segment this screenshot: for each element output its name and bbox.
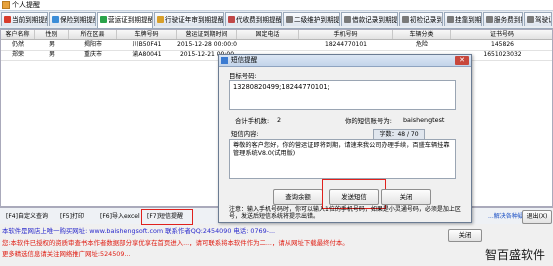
phones-input[interactable]: 13280820499;18244770101; bbox=[229, 80, 456, 110]
tab-bar: 当前到期提醒 保险到期提醒 营运证到期提醒 行驶证年审到期提醒 代收费到期提醒 … bbox=[0, 11, 553, 29]
column-header[interactable]: 固定电话 bbox=[237, 30, 299, 39]
tab-loan-record[interactable]: 借款记录到期提醒 bbox=[341, 12, 398, 26]
tab-collection-fee[interactable]: 代收费到期提醒 bbox=[225, 12, 282, 26]
highlight-box bbox=[322, 179, 386, 209]
notice-promo: 更多精选信息请关注网络推广网址:524509... bbox=[2, 250, 131, 258]
tab-operating-cert-expiry[interactable]: 营运证到期提醒 bbox=[97, 12, 153, 28]
license-icon bbox=[157, 16, 164, 23]
app-icon bbox=[2, 1, 10, 9]
window-titlebar: 个人提醒 bbox=[0, 0, 553, 11]
sms-dialog: 短信提醒 ✕ 目标号码: 13280820499;18244770101; 合计… bbox=[218, 54, 472, 223]
total-label: 合计手机数: bbox=[235, 117, 270, 125]
column-header[interactable]: 车牌号码 bbox=[117, 30, 177, 39]
column-header[interactable]: 证书号码 bbox=[451, 30, 552, 39]
message-textarea[interactable]: 尊敬的客户您好，你的营运证即将到期，请速来我公司办理手续，百盛车辆挂靠管理系统V… bbox=[229, 139, 456, 179]
query-balance-button[interactable]: 查询余额 bbox=[273, 189, 323, 205]
exit-button[interactable]: 退出(X) bbox=[522, 210, 552, 224]
highlight-box bbox=[141, 209, 193, 225]
table-header: 客户名称 性别 所在区县 车牌号码 营运证到期时间 固定电话 手机号码 车辆分类… bbox=[1, 30, 552, 40]
alarm-icon bbox=[4, 16, 11, 23]
tab-driving-license-review[interactable]: 驾驶证年审到期提醒 bbox=[524, 12, 552, 26]
phones-label: 目标号码: bbox=[229, 72, 257, 80]
dialog-titlebar: 短信提醒 ✕ bbox=[219, 55, 471, 67]
column-header[interactable]: 营运证到期时间 bbox=[177, 30, 237, 39]
custom-query-button[interactable]: [F4]自定义查询 bbox=[6, 211, 48, 222]
notice-warning: 您:本软件已授权的资质审查书本作者数据部分享优享在首页进入...，请可联系将本软… bbox=[2, 239, 349, 247]
tab-insurance-expiry[interactable]: 保险到期提醒 bbox=[49, 12, 96, 26]
dialog-close-button[interactable]: 关闭 bbox=[381, 189, 431, 205]
main-close-button[interactable]: 关闭 bbox=[448, 229, 482, 242]
total-value: 2 bbox=[277, 116, 282, 124]
dialog-title: 短信提醒 bbox=[231, 56, 258, 64]
account-label: 你的短信账号为: bbox=[345, 117, 392, 125]
brand-watermark: 智百盛软件 bbox=[484, 248, 545, 262]
tab-current-expiry[interactable]: 当前到期提醒 bbox=[1, 12, 48, 26]
certificate-icon bbox=[100, 16, 107, 23]
document-icon bbox=[447, 16, 454, 23]
close-icon[interactable]: ✕ bbox=[455, 56, 469, 65]
import-excel-button[interactable]: [F6]导入excel bbox=[100, 211, 140, 222]
print-button[interactable]: [F5]打印 bbox=[60, 211, 84, 222]
window-title: 个人提醒 bbox=[12, 1, 40, 9]
tab-service-fee[interactable]: 服务费到期提醒 bbox=[483, 12, 523, 26]
dialog-note: 注意：输入手机号码时，你可以输入1位的手机号码，如果是小灵通号码，必须是加上区号… bbox=[229, 206, 461, 220]
document-icon bbox=[344, 16, 351, 23]
notice-website: 本软件是网店上唯一购买网址: www.baishengsoft.com 联系作者… bbox=[2, 227, 276, 235]
column-header[interactable]: 性别 bbox=[35, 30, 69, 39]
message-icon bbox=[221, 57, 228, 64]
document-icon bbox=[486, 16, 493, 23]
tab-license-annual-review[interactable]: 行驶证年审到期提醒 bbox=[154, 12, 224, 26]
content-label: 短信内容: bbox=[231, 130, 259, 138]
money-icon bbox=[228, 16, 235, 23]
shield-icon bbox=[52, 16, 59, 23]
column-header[interactable]: 车辆分类 bbox=[393, 30, 451, 39]
tab-affiliation[interactable]: 挂靠到期提醒 bbox=[444, 12, 482, 26]
column-header[interactable]: 手机号码 bbox=[299, 30, 393, 39]
tab-maintenance[interactable]: 二级维护到期提醒 bbox=[283, 12, 340, 26]
column-header[interactable]: 所在区县 bbox=[69, 30, 117, 39]
document-icon bbox=[402, 16, 409, 23]
tab-initial-inspection[interactable]: 初检记录到期提醒 bbox=[399, 12, 443, 26]
document-icon bbox=[527, 16, 534, 23]
wrench-icon bbox=[286, 16, 293, 23]
account-value: baishengtest bbox=[403, 116, 445, 124]
column-header[interactable]: 客户名称 bbox=[1, 30, 35, 39]
